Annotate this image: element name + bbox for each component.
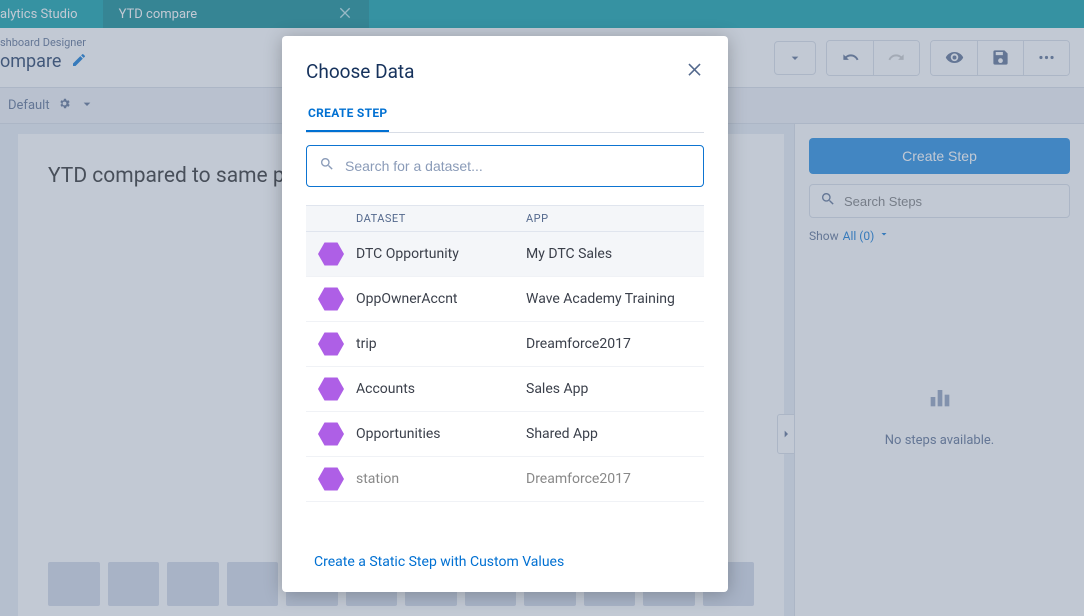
dataset-table-header: DATASET APP	[306, 205, 704, 232]
dataset-name: trip	[356, 336, 526, 352]
modal-body: DATASET APP DTC OpportunityMy DTC SalesO…	[282, 133, 728, 538]
search-dataset-field[interactable]	[306, 145, 704, 187]
dataset-row[interactable]: DTC OpportunityMy DTC Sales	[306, 232, 704, 277]
dataset-row[interactable]: AccountsSales App	[306, 367, 704, 412]
search-icon	[319, 156, 335, 176]
dataset-icon	[318, 331, 344, 357]
modal-title: Choose Data	[306, 60, 414, 83]
modal-tabs: CREATE STEP	[282, 96, 728, 133]
dataset-row[interactable]: stationDreamforce2017	[306, 457, 704, 502]
col-dataset-label: DATASET	[356, 212, 526, 225]
dataset-icon	[318, 286, 344, 312]
dataset-row[interactable]: OppOwnerAccntWave Academy Training	[306, 277, 704, 322]
dataset-name: Opportunities	[356, 426, 526, 442]
close-icon[interactable]	[685, 58, 704, 84]
dataset-app: My DTC Sales	[526, 246, 704, 262]
modal-footer: Create a Static Step with Custom Values	[282, 538, 728, 592]
dataset-icon	[318, 376, 344, 402]
dataset-app: Sales App	[526, 381, 704, 397]
dataset-name: DTC Opportunity	[356, 246, 526, 262]
dataset-icon	[318, 421, 344, 447]
dataset-icon	[318, 466, 344, 492]
col-app-label: APP	[526, 212, 704, 225]
dataset-app: Shared App	[526, 426, 704, 442]
dataset-name: Accounts	[356, 381, 526, 397]
dataset-row[interactable]: OpportunitiesShared App	[306, 412, 704, 457]
dataset-name: OppOwnerAccnt	[356, 291, 526, 307]
dataset-row[interactable]: tripDreamforce2017	[306, 322, 704, 367]
choose-data-modal: Choose Data CREATE STEP DATASET APP DTC …	[282, 36, 728, 592]
dataset-app: Dreamforce2017	[526, 336, 704, 352]
dataset-rows: DTC OpportunityMy DTC SalesOppOwnerAccnt…	[306, 232, 704, 538]
tab-create-step[interactable]: CREATE STEP	[306, 96, 389, 132]
static-step-link[interactable]: Create a Static Step with Custom Values	[314, 554, 564, 570]
dataset-app: Dreamforce2017	[526, 471, 704, 487]
search-dataset-input[interactable]	[345, 158, 691, 174]
modal-header: Choose Data	[282, 36, 728, 96]
dataset-name: station	[356, 471, 526, 487]
dataset-icon	[318, 241, 344, 267]
dataset-app: Wave Academy Training	[526, 291, 704, 307]
